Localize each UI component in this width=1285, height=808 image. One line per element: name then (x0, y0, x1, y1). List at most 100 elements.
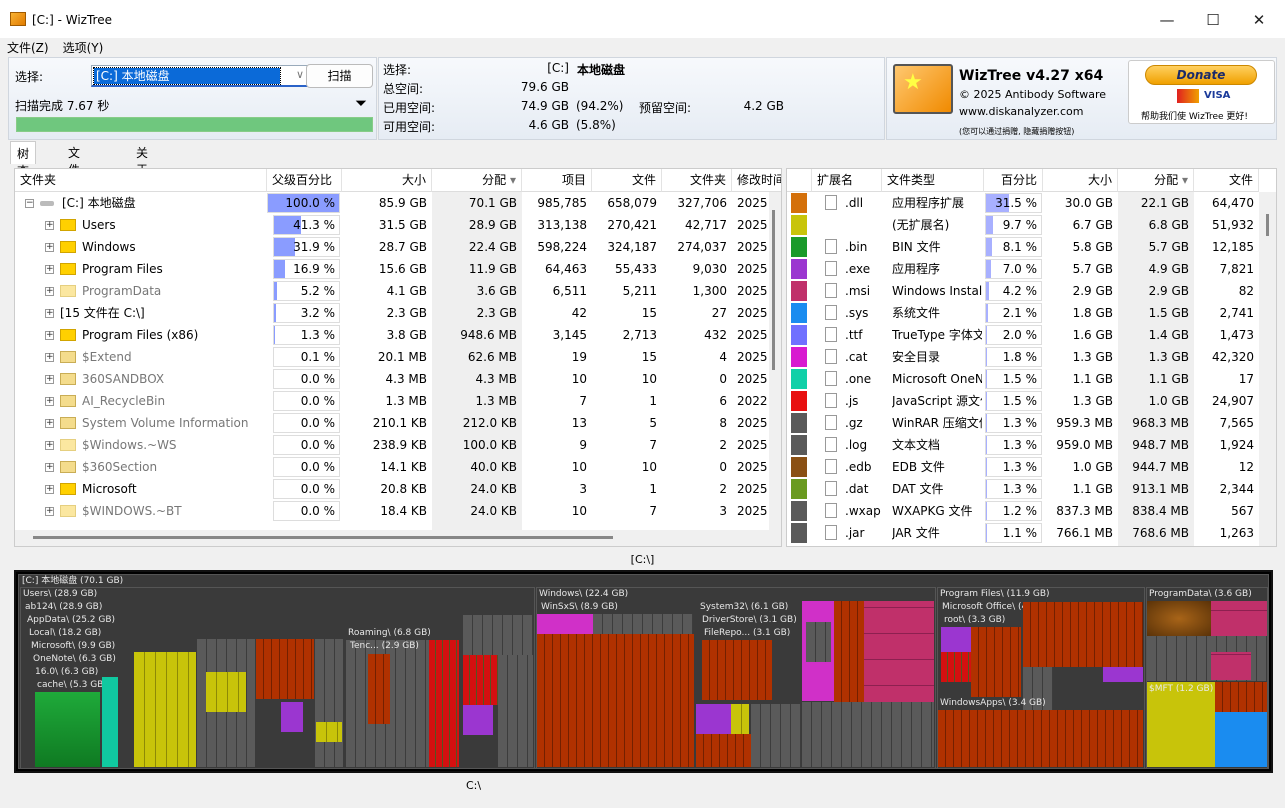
expand-icon[interactable]: + (45, 441, 54, 450)
col-extension[interactable]: 扩展名 (812, 169, 882, 192)
tm-msi-block[interactable] (864, 601, 934, 711)
expand-icon[interactable]: + (45, 287, 54, 296)
tm-block[interactable] (1023, 602, 1143, 667)
tree-row[interactable]: + Microsoft 0.0 % 20.8 KB 24.0 KB 3 1 2 2… (15, 478, 769, 500)
tab-about[interactable]: 关于 (130, 141, 154, 177)
tm-block[interactable] (256, 639, 314, 699)
filter-icon[interactable]: ⏷ (355, 94, 367, 112)
col-allocated[interactable]: 分配 ▾ (1118, 169, 1194, 192)
type-row[interactable]: .sys 系统文件 2.1 % 1.8 GB 1.5 GB 2,741 (787, 302, 1259, 324)
tree-row[interactable]: + [15 文件在 C:\] 3.2 % 2.3 GB 2.3 GB 42 15 … (15, 302, 769, 324)
type-row[interactable]: .log 文本文档 1.3 % 959.0 MB 948.7 MB 1,924 (787, 434, 1259, 456)
col-folders[interactable]: 文件夹 (662, 169, 732, 192)
expand-icon[interactable]: + (45, 419, 54, 428)
collapse-icon[interactable]: − (25, 199, 34, 208)
menu-file[interactable]: 文件(Z) (0, 37, 56, 58)
expand-icon[interactable]: + (45, 331, 54, 340)
type-row[interactable]: .gz WinRAR 压缩文件 1.3 % 959.3 MB 968.3 MB … (787, 412, 1259, 434)
tree-row[interactable]: + $360Section 0.0 % 14.1 KB 40.0 KB 10 10… (15, 456, 769, 478)
tm-block[interactable] (206, 672, 246, 712)
tree-row[interactable]: + $Windows.~WS 0.0 % 238.9 KB 100.0 KB 9 … (15, 434, 769, 456)
tm-onenote-block[interactable] (102, 677, 118, 767)
col-allocated[interactable]: 分配 ▾ (432, 169, 522, 192)
scrollbar-thumb[interactable] (1266, 214, 1269, 236)
tm-block[interactable] (1103, 667, 1143, 682)
tm-block[interactable] (731, 704, 749, 734)
expand-icon[interactable]: + (45, 265, 54, 274)
expand-icon[interactable]: + (45, 309, 54, 318)
tm-block[interactable] (498, 655, 533, 767)
tree-row[interactable]: + $WINDOWS.~BT 0.0 % 18.4 KB 24.0 KB 10 7… (15, 500, 769, 522)
donate-button[interactable]: Donate (1145, 65, 1257, 85)
type-row[interactable]: .msi Windows Installer 4.2 % 2.9 GB 2.9 … (787, 280, 1259, 302)
tm-block[interactable] (1211, 652, 1251, 680)
types-vertical-scrollbar[interactable] (1259, 192, 1276, 546)
col-files[interactable]: 文件 (1194, 169, 1259, 192)
tree-row[interactable]: + System Volume Information 0.0 % 210.1 K… (15, 412, 769, 434)
col-size[interactable]: 大小 (342, 169, 432, 192)
tree-row[interactable]: + AI_RecycleBin 0.0 % 1.3 MB 1.3 MB 7 1 6… (15, 390, 769, 412)
col-size[interactable]: 大小 (1043, 169, 1118, 192)
tm-block[interactable] (971, 627, 1021, 697)
tm-block[interactable] (941, 652, 971, 682)
tab-file-view[interactable]: 文件查看 (62, 141, 86, 211)
tree-horizontal-scrollbar[interactable] (15, 530, 781, 546)
type-row[interactable]: .bin BIN 文件 8.1 % 5.8 GB 5.7 GB 12,185 (787, 236, 1259, 258)
col-items[interactable]: 项目 (522, 169, 592, 192)
col-folder[interactable]: 文件夹 (15, 169, 267, 192)
expand-icon[interactable]: + (45, 485, 54, 494)
tree-row[interactable]: − [C:] 本地磁盘 100.0 % 85.9 GB 70.1 GB 985,7… (15, 192, 769, 214)
col-modified[interactable]: 修改时间 (732, 169, 781, 192)
website-link[interactable]: www.diskanalyzer.com (959, 105, 1084, 118)
tm-block[interactable] (802, 702, 934, 767)
expand-icon[interactable]: + (45, 397, 54, 406)
type-row[interactable]: .cat 安全目录 1.8 % 1.3 GB 1.3 GB 42,320 (787, 346, 1259, 368)
tm-block[interactable] (463, 655, 498, 705)
tree-row[interactable]: + Windows 31.9 % 28.7 GB 22.4 GB 598,224 … (15, 236, 769, 258)
tab-tree-view[interactable]: 树查看 (10, 141, 37, 195)
expand-icon[interactable]: + (45, 353, 54, 362)
tm-filerepo-block[interactable] (702, 640, 772, 700)
tm-block[interactable] (696, 704, 731, 734)
scrollbar-thumb[interactable] (772, 210, 775, 370)
tm-block[interactable] (751, 704, 801, 767)
type-row[interactable]: .dll 应用程序扩展 31.5 % 30.0 GB 22.1 GB 64,47… (787, 192, 1259, 214)
tree-row[interactable]: +360SANDBOX 0.0 % 4.3 MB 4.3 MB 10 10 0 … (15, 368, 769, 390)
tm-windowsapps-block[interactable] (938, 710, 1143, 767)
type-row[interactable]: .edb EDB 文件 1.3 % 1.0 GB 944.7 MB 12 (787, 456, 1259, 478)
expand-icon[interactable]: + (45, 243, 54, 252)
tm-block[interactable] (696, 734, 751, 767)
tm-block[interactable] (368, 654, 390, 724)
type-row[interactable]: .js JavaScript 源文件 1.5 % 1.3 GB 1.0 GB 2… (787, 390, 1259, 412)
drive-select[interactable]: [C:] 本地磁盘 ∨ (91, 65, 309, 87)
type-row[interactable]: .ttf TrueType 字体文件 2.0 % 1.6 GB 1.4 GB 1… (787, 324, 1259, 346)
scan-button[interactable]: 扫描 (306, 64, 373, 88)
minimize-button[interactable]: — (1152, 8, 1182, 32)
tm-block[interactable] (941, 627, 971, 652)
type-row[interactable]: .one Microsoft OneNote 1.5 % 1.1 GB 1.1 … (787, 368, 1259, 390)
col-parent-percent[interactable]: 父级百分比 (267, 169, 342, 192)
tree-row[interactable]: + $Extend 0.1 % 20.1 MB 62.6 MB 19 15 4 2… (15, 346, 769, 368)
donate-box[interactable]: Donate VISA 帮助我们使 WizTree 更好! (1128, 60, 1275, 124)
col-files[interactable]: 文件 (592, 169, 662, 192)
type-row[interactable]: .dat DAT 文件 1.3 % 1.1 GB 913.1 MB 2,344 (787, 478, 1259, 500)
tm-block[interactable] (537, 614, 593, 634)
h-scrollbar-thumb[interactable] (33, 536, 613, 539)
tree-row[interactable]: + Program Files 16.9 % 15.6 GB 11.9 GB 64… (15, 258, 769, 280)
expand-icon[interactable]: + (45, 507, 54, 516)
close-button[interactable]: ✕ (1244, 8, 1274, 32)
type-row[interactable]: .jar JAR 文件 1.1 % 766.1 MB 768.6 MB 1,26… (787, 522, 1259, 544)
maximize-button[interactable]: ☐ (1198, 8, 1228, 32)
tm-block[interactable] (463, 705, 493, 735)
col-percent[interactable]: 百分比 (984, 169, 1043, 192)
tree-row[interactable]: + Program Files (x86) 1.3 % 3.8 GB 948.6 … (15, 324, 769, 346)
tm-winsxs-block[interactable] (537, 634, 694, 767)
expand-icon[interactable]: + (45, 463, 54, 472)
tm-block[interactable] (429, 640, 459, 767)
tm-block[interactable] (593, 614, 693, 634)
tm-block[interactable] (315, 639, 343, 767)
tm-block[interactable] (1147, 601, 1211, 636)
tm-block[interactable] (806, 622, 831, 662)
tree-row[interactable]: + ProgramData 5.2 % 4.1 GB 3.6 GB 6,511 5… (15, 280, 769, 302)
expand-icon[interactable]: + (45, 221, 54, 230)
